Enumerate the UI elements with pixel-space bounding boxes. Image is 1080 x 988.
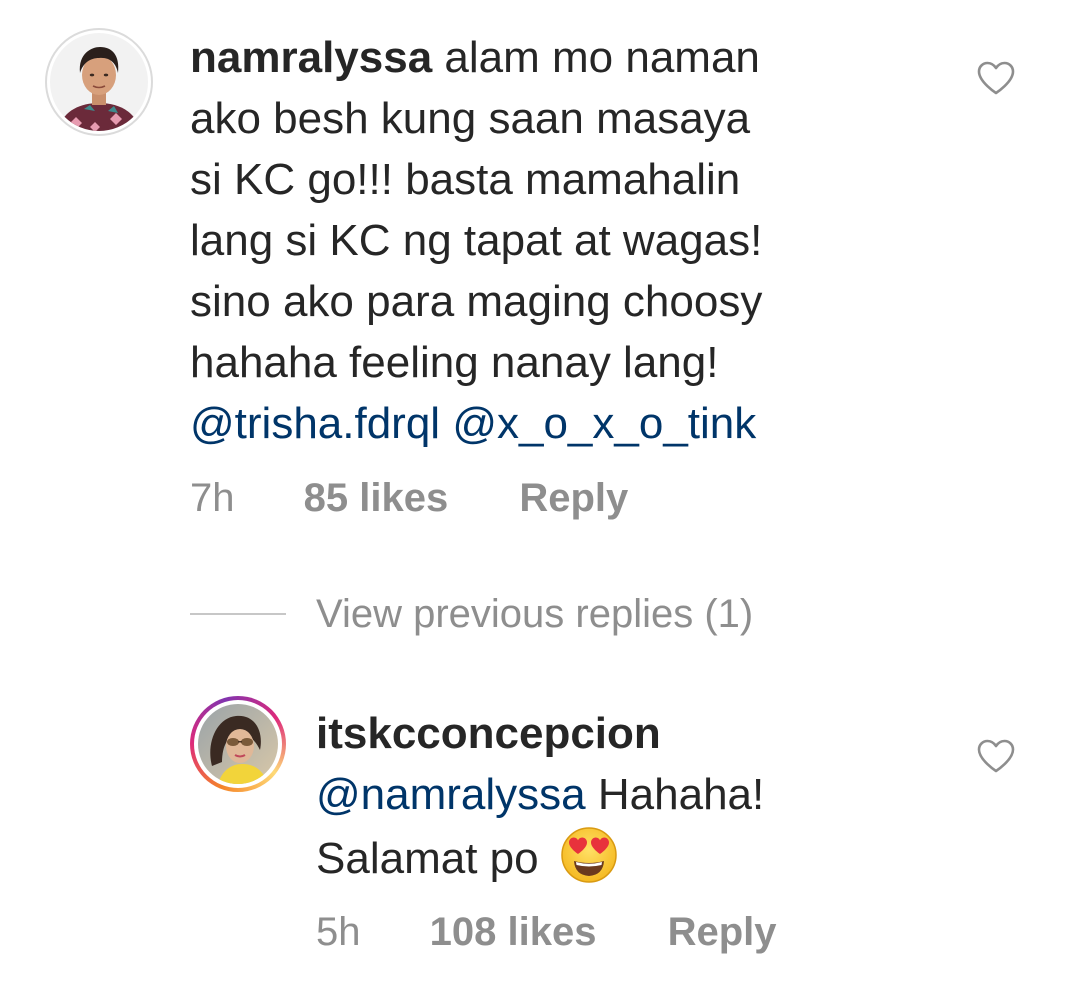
comment-username[interactable]: namralyssa bbox=[190, 33, 432, 82]
comment-timestamp: 7h bbox=[190, 476, 235, 520]
likes-count[interactable]: 108 likes bbox=[430, 908, 597, 956]
mention-link[interactable]: @trisha.fdrql bbox=[190, 399, 440, 448]
comment-body: namralyssa alam mo naman ako besh kung s… bbox=[190, 27, 990, 454]
mention-link[interactable]: @x_o_x_o_tink bbox=[452, 399, 756, 448]
comment-text-line: hahaha feeling nanay lang! bbox=[190, 338, 719, 387]
avatar-itskcconcepcion[interactable] bbox=[190, 696, 286, 792]
profile-photo bbox=[50, 33, 148, 131]
avatar-namralyssa[interactable] bbox=[45, 28, 153, 136]
comment-text-line: si KC go!!! basta mamahalin bbox=[190, 155, 741, 204]
comment-text-line: alam mo naman bbox=[444, 33, 760, 82]
comment-text-line: sino ako para maging choosy bbox=[190, 277, 763, 326]
reply-timestamp: 5h bbox=[316, 910, 361, 954]
view-previous-replies-button[interactable]: View previous replies (1) bbox=[190, 588, 753, 640]
comment-meta: 7h 85 likes Reply bbox=[190, 474, 628, 522]
reply-body: itskcconcepcion @namralyssa Hahaha! Sala… bbox=[316, 703, 956, 889]
mention-link[interactable]: @namralyssa bbox=[316, 770, 586, 819]
reply-username[interactable]: itskcconcepcion bbox=[316, 703, 956, 764]
reply-button[interactable]: Reply bbox=[668, 908, 777, 956]
reply-text-line: Hahaha! bbox=[597, 770, 765, 819]
heart-outline-icon[interactable] bbox=[976, 60, 1016, 96]
profile-photo bbox=[198, 704, 278, 784]
heart-eyes-emoji-icon bbox=[561, 827, 617, 883]
view-replies-label: View previous replies (1) bbox=[316, 591, 754, 636]
reply-button[interactable]: Reply bbox=[519, 474, 628, 522]
reply-meta: 5h 108 likes Reply bbox=[316, 908, 777, 956]
heart-outline-icon[interactable] bbox=[976, 738, 1016, 774]
comment-text-line: lang si KC ng tapat at wagas! bbox=[190, 216, 763, 265]
reply-text-line: Salamat po bbox=[316, 834, 539, 883]
replies-divider bbox=[190, 613, 286, 615]
likes-count[interactable]: 85 likes bbox=[304, 474, 449, 522]
comment-text-line: ako besh kung saan masaya bbox=[190, 94, 751, 143]
